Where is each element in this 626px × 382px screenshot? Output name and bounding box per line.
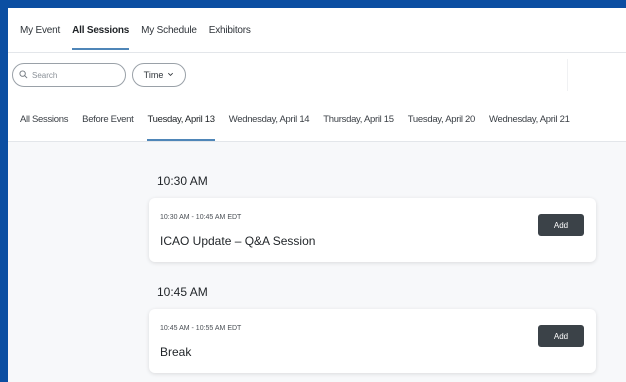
tab-thursday-april-15[interactable]: Thursday, April 15	[323, 97, 394, 141]
tab-all-sessions[interactable]: All Sessions	[20, 97, 68, 141]
time-filter-label: Time	[143, 70, 164, 80]
tab-wednesday-april-21[interactable]: Wednesday, April 21	[489, 97, 570, 141]
add-session-button[interactable]: Add	[538, 214, 584, 236]
chevron-down-icon	[167, 70, 174, 80]
search-input[interactable]: Search	[12, 63, 126, 87]
tab-tuesday-april-20[interactable]: Tuesday, April 20	[408, 97, 476, 141]
toolbar-right-panel	[567, 59, 626, 91]
search-icon	[19, 69, 28, 81]
tab-wednesday-april-14[interactable]: Wednesday, April 14	[229, 97, 310, 141]
add-session-button[interactable]: Add	[538, 325, 584, 347]
nav-my-event[interactable]: My Event	[20, 8, 60, 52]
tab-tuesday-april-13[interactable]: Tuesday, April 13	[147, 97, 215, 141]
session-title[interactable]: ICAO Update – Q&A Session	[160, 234, 315, 248]
search-placeholder: Search	[32, 70, 58, 80]
session-time-range: 10:30 AM - 10:45 AM EDT	[160, 214, 242, 221]
session-time-range: 10:45 AM - 10:55 AM EDT	[160, 325, 242, 332]
time-group-heading: 10:30 AM	[157, 174, 208, 188]
app-frame: My Event All Sessions My Schedule Exhibi…	[8, 8, 626, 382]
tab-before-event[interactable]: Before Event	[82, 97, 134, 141]
date-tabs: All Sessions Before Event Tuesday, April…	[8, 97, 626, 142]
time-filter-dropdown[interactable]: Time	[132, 63, 186, 87]
session-card[interactable]: 10:45 AM - 10:55 AM EDT Break Add	[149, 309, 596, 373]
nav-my-schedule[interactable]: My Schedule	[141, 8, 197, 52]
nav-all-sessions[interactable]: All Sessions	[72, 8, 129, 52]
nav-exhibitors[interactable]: Exhibitors	[209, 8, 251, 52]
filter-bar: Search Time	[8, 53, 626, 97]
session-card[interactable]: 10:30 AM - 10:45 AM EDT ICAO Update – Q&…	[149, 198, 596, 262]
top-navigation: My Event All Sessions My Schedule Exhibi…	[8, 8, 626, 53]
time-group-heading: 10:45 AM	[157, 285, 208, 299]
session-title[interactable]: Break	[160, 345, 191, 359]
